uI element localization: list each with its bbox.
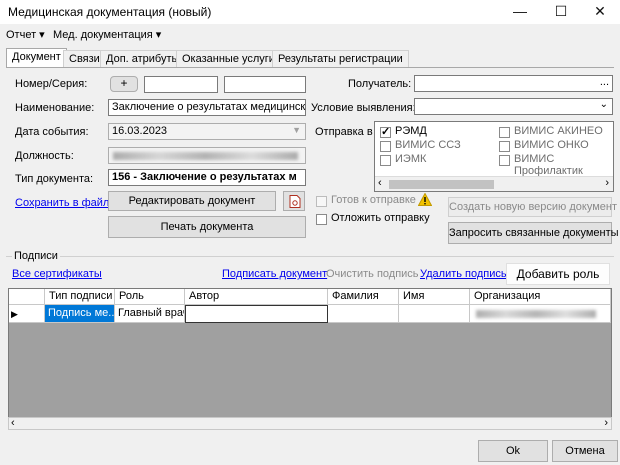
row-selector-icon[interactable]: ▶ [9,305,45,323]
edit-document-button[interactable]: Редактировать документ [108,191,276,211]
send-target-label: ВИМИС ССЗ [395,139,461,151]
position-label: Должность: [15,150,74,162]
scroll-left-icon[interactable]: ‹ [378,177,382,189]
send-target-label: ВИМИС Профилактик [514,153,583,177]
pdf-button[interactable] [283,191,305,211]
tab-registration-results[interactable]: Результаты регистрации [272,50,409,68]
checkbox-remd[interactable] [380,125,391,138]
grid-horizontal-scrollbar[interactable]: ‹ › [8,417,612,430]
postpone-checkbox[interactable] [316,214,327,225]
column-header[interactable]: Организация [470,289,611,305]
checkbox-vimis-onko[interactable] [499,141,510,152]
scroll-right-icon[interactable]: › [604,417,608,429]
tab-document[interactable]: Документ [6,48,67,68]
dropdown-icon: ▼ [292,125,301,135]
position-input[interactable] [108,147,306,164]
condition-label: Условие выявления: [311,102,416,114]
checkbox-vimis-akineo[interactable] [499,127,510,138]
checkbox-vimis-ssz[interactable] [380,141,391,152]
print-document-button[interactable]: Печать документа [108,216,306,238]
ready-label: Готов к отправке [331,194,416,206]
maximize-button[interactable]: ☐ [541,0,581,24]
menu-bar: Отчет ▾ Мед. документация ▾ [0,24,620,44]
number-input[interactable] [144,76,218,93]
cell-organization[interactable] [470,305,611,323]
column-header[interactable]: Фамилия [328,289,399,305]
grid-corner [9,289,45,305]
cell-role[interactable]: Главный врач [115,305,185,323]
redacted-value [113,152,298,160]
scroll-right-icon[interactable]: › [605,177,609,189]
clear-signature-link[interactable]: Очистить подпись [326,268,419,280]
chevron-down-icon: ⌄ [599,99,608,110]
send-target-label: РЭМД [395,125,427,137]
signatures-grid[interactable]: Тип подписи Роль Автор Фамилия Имя Орган… [8,288,612,418]
series-input[interactable] [224,76,306,93]
window-title: Медицинская документация (новый) [8,5,212,19]
add-number-button[interactable]: + [110,76,138,92]
doc-type-label: Тип документа: [15,173,94,185]
column-header[interactable]: Роль [115,289,185,305]
tab-panel-border [6,67,614,68]
close-button[interactable]: ✕ [580,0,620,24]
doc-type-input[interactable]: 156 - Заключение о результатах м [108,169,306,186]
horizontal-scrollbar[interactable]: ‹ › [375,176,613,191]
minimize-button[interactable]: — [500,0,540,24]
new-version-button[interactable]: Создать новую версию документ [448,197,617,217]
ready-checkbox[interactable] [316,196,327,207]
cell-surname[interactable] [328,305,399,323]
browse-ellipsis-icon[interactable]: ... [600,76,609,88]
column-header[interactable]: Тип подписи [45,289,115,305]
send-targets-list[interactable]: РЭМД ВИМИС АКИНЕО ВИМИС ССЗ ВИМИС ОНКО И… [374,121,614,192]
save-to-file-link[interactable]: Сохранить в файл [15,197,109,209]
menu-report[interactable]: Отчет ▾ [6,28,45,41]
scroll-thumb[interactable] [389,180,494,189]
add-role-button[interactable]: Добавить роль [506,263,610,285]
pdf-file-icon [289,195,301,208]
recipient-input[interactable]: ... [414,75,613,92]
event-date-input[interactable]: 16.03.2023 ▼ [108,123,306,140]
recipient-label: Получатель: [348,78,412,90]
postpone-label: Отложить отправку [331,212,430,224]
all-certificates-link[interactable]: Все сертификаты [12,268,102,280]
tab-extra-attributes[interactable]: Доп. атрибуты [100,50,186,68]
tab-services[interactable]: Оказанные услуги [176,50,281,68]
title-bar: Медицинская документация (новый) — ☐ ✕ [0,0,620,24]
cell-name[interactable] [399,305,470,323]
sign-document-link[interactable]: Подписать документ [222,268,327,280]
cell-author[interactable] [185,305,328,323]
column-header[interactable]: Автор [185,289,328,305]
column-header[interactable]: Имя [399,289,470,305]
warning-icon [418,193,432,206]
request-related-button[interactable]: Запросить связанные документы [448,222,619,244]
signatures-group-border [6,256,614,257]
send-target-label: ИЭМК [395,153,427,165]
event-date-value: 16.03.2023 [112,125,168,137]
cell-signature-type[interactable]: Подпись ме... [45,305,115,323]
scroll-left-icon[interactable]: ‹ [11,417,15,429]
cancel-button[interactable]: Отмена [552,440,618,462]
send-to-label: Отправка в [315,126,373,138]
send-target-label: ВИМИС ОНКО [514,139,589,151]
number-label: Номер/Серия: [15,78,88,90]
ok-button[interactable]: Ok [478,440,548,462]
checkbox-vimis-prof[interactable] [499,155,510,166]
name-label: Наименование: [15,102,95,114]
signatures-group-label: Подписи [12,250,60,262]
name-input[interactable]: Заключение о результатах медицинского с [108,99,306,116]
event-date-label: Дата события: [15,126,89,138]
redacted-value [476,310,596,318]
send-target-label: ВИМИС АКИНЕО [514,125,603,137]
menu-med-docs[interactable]: Мед. документация ▾ [53,28,161,41]
condition-select[interactable]: ⌄ [414,98,613,115]
checkbox-iemk[interactable] [380,155,391,166]
delete-signature-link[interactable]: Удалить подпись [420,268,507,280]
